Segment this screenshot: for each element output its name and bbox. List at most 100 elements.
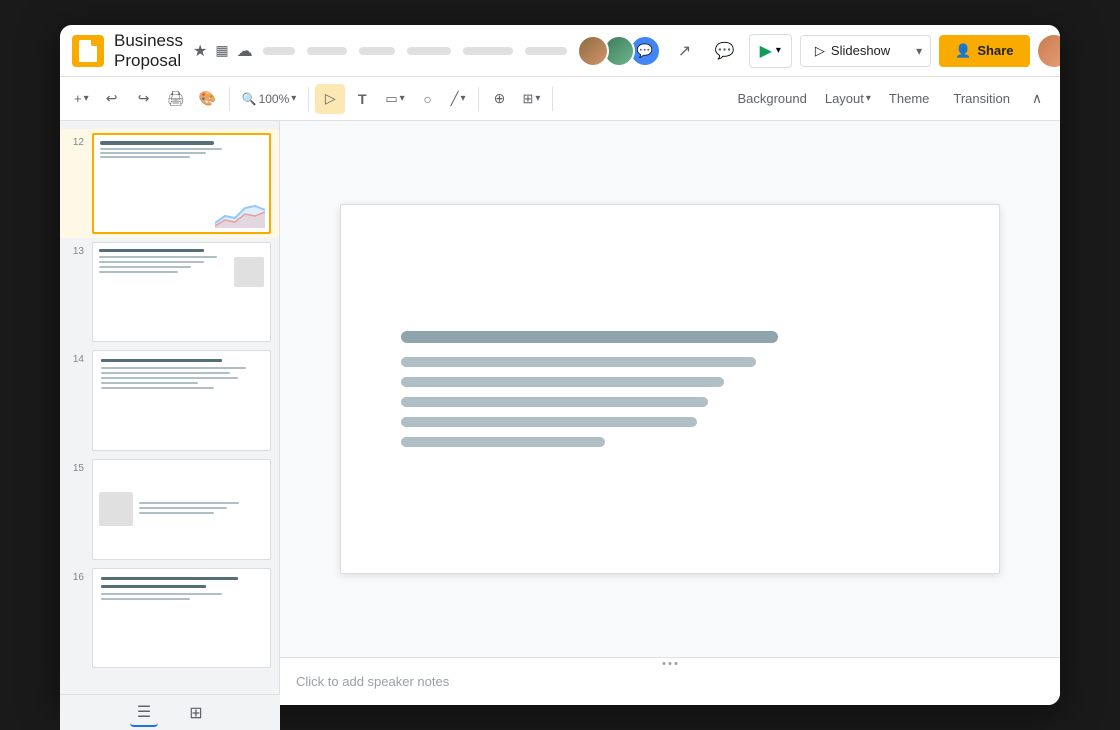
slideshow-button[interactable]: ▷ Slideshow ▾ [800,35,931,67]
slide-number-13: 13 [68,242,84,257]
drag-dot-3 [675,662,678,665]
slide-number-14: 14 [68,350,84,365]
meet-icon: ▶ [760,41,772,61]
editor-area: Click to add speaker notes [280,121,1060,705]
share-button[interactable]: 👤 Share [939,35,1029,67]
zoom-level: 100% [259,92,290,106]
menu-edit [307,47,347,55]
transition-button[interactable]: Transition [941,84,1022,114]
slide-canvas-container[interactable] [280,121,1060,657]
thumb-line-2 [100,152,206,154]
thumb-line-3 [100,156,190,158]
thumb-line-16b [101,598,190,600]
comment-icon[interactable]: 💬 [709,35,741,67]
share-icon: 👤 [955,43,971,59]
thumb-t15c [139,512,214,514]
thumb-header-14 [101,359,222,362]
thumb-content-12 [94,135,269,232]
layout-button[interactable]: Layout ▾ [819,84,877,114]
paint-format-button[interactable]: 🎨 [193,84,223,114]
slide-item-16[interactable]: 16 [60,564,279,673]
undo-button[interactable]: ↩ [97,84,127,114]
thumb-content-13 [93,243,270,342]
slide-item-15[interactable]: 15 [60,455,279,564]
text-tool[interactable]: T [347,84,377,114]
separator-1 [229,87,230,111]
doc-title: Business Proposal [114,31,183,71]
notes-drag-handle[interactable] [659,658,682,669]
title-bar: Business Proposal ★ ▦ ☁ 💬 ↗ 💬 [60,25,1060,77]
slide-thumb-15 [92,459,271,560]
thumb-image-box [234,257,264,287]
drag-dot-2 [669,662,672,665]
layout-label: Layout [825,91,864,106]
insert-button[interactable]: ⊕ [485,84,515,114]
slide-line-2 [401,357,756,367]
share-label: Share [977,43,1013,58]
slideshow-dropdown-button[interactable]: ▾ [908,37,930,65]
image-tool[interactable]: ▭▾ [379,84,410,114]
toolbar-right: Background Layout ▾ Theme Transition ∧ [725,84,1052,114]
zoom-icon: 🔍 [242,92,257,106]
background-button[interactable]: Background [725,84,818,114]
shape-tool[interactable]: ○ [413,84,443,114]
slideshow-main-button[interactable]: ▷ Slideshow [801,36,904,66]
separator-3 [478,87,479,111]
slide-line-1 [401,331,778,343]
title-icons: ★ ▦ ☁ [193,41,253,61]
slide-line-5 [401,417,697,427]
print-button[interactable]: 🖨 [161,84,191,114]
slide-item-14[interactable]: 14 [60,346,279,455]
notes-placeholder[interactable]: Click to add speaker notes [296,674,449,689]
list-view-button[interactable]: ☰ [130,699,158,706]
slide-line-6 [401,437,605,447]
add-button[interactable]: + ▾ [68,84,95,114]
layout-chevron: ▾ [866,93,871,104]
thumb-header-16 [101,577,238,580]
star-icon[interactable]: ★ [193,41,207,61]
add-icon: + [74,91,82,106]
slide-thumb-14 [92,350,271,451]
menu-insert [407,47,451,55]
cloud-icon[interactable]: ☁ [237,41,253,61]
line-tool[interactable]: ╱▾ [445,84,472,114]
thumb-line-14c [101,377,238,379]
slide-canvas [340,204,1000,574]
thumb-header [99,249,204,252]
drag-dot-1 [663,662,666,665]
zoom-button[interactable]: 🔍 100% ▾ [236,84,303,114]
thumb-content-14 [93,351,270,400]
collapse-toolbar-button[interactable]: ∧ [1022,84,1052,114]
slide-thumb-13 [92,242,271,343]
thumb-content-15 [93,460,270,559]
thumb-img-15 [99,492,133,526]
thumb-line-b [99,261,204,263]
thumb-t15b [139,507,227,509]
user-avatar[interactable] [1038,35,1060,67]
activity-icon[interactable]: ↗ [669,35,701,67]
menu-file [263,47,295,55]
slide-number-16: 16 [68,568,84,583]
notes-area[interactable]: Click to add speaker notes [280,657,1060,705]
thumb-chart-12 [215,198,265,228]
theme-button[interactable]: Theme [877,84,941,114]
separator-2 [308,87,309,111]
slide-item-13[interactable]: 13 [60,238,279,347]
slide-item-12[interactable]: 12 [60,129,279,238]
thumb-text-15 [139,502,264,517]
slide-number-15: 15 [68,459,84,474]
select-tool[interactable]: ▷ [315,84,345,114]
present-icon[interactable]: ▦ [215,42,228,59]
menu-view [359,47,395,55]
thumb-line-16a [101,593,222,595]
collaborator-avatar-1[interactable] [577,35,609,67]
main-content: 12 [60,121,1060,705]
redo-button[interactable]: ↪ [129,84,159,114]
thumb-title [100,141,214,145]
slide-thumb-12 [92,133,271,234]
slide-panel-footer: ☰ ⊞ [60,694,280,705]
meet-button[interactable]: ▶ ▾ [749,34,792,68]
arrange-button[interactable]: ⊞▾ [517,84,547,114]
slideshow-label: Slideshow [831,43,890,58]
grid-view-button[interactable]: ⊞ [182,699,210,706]
